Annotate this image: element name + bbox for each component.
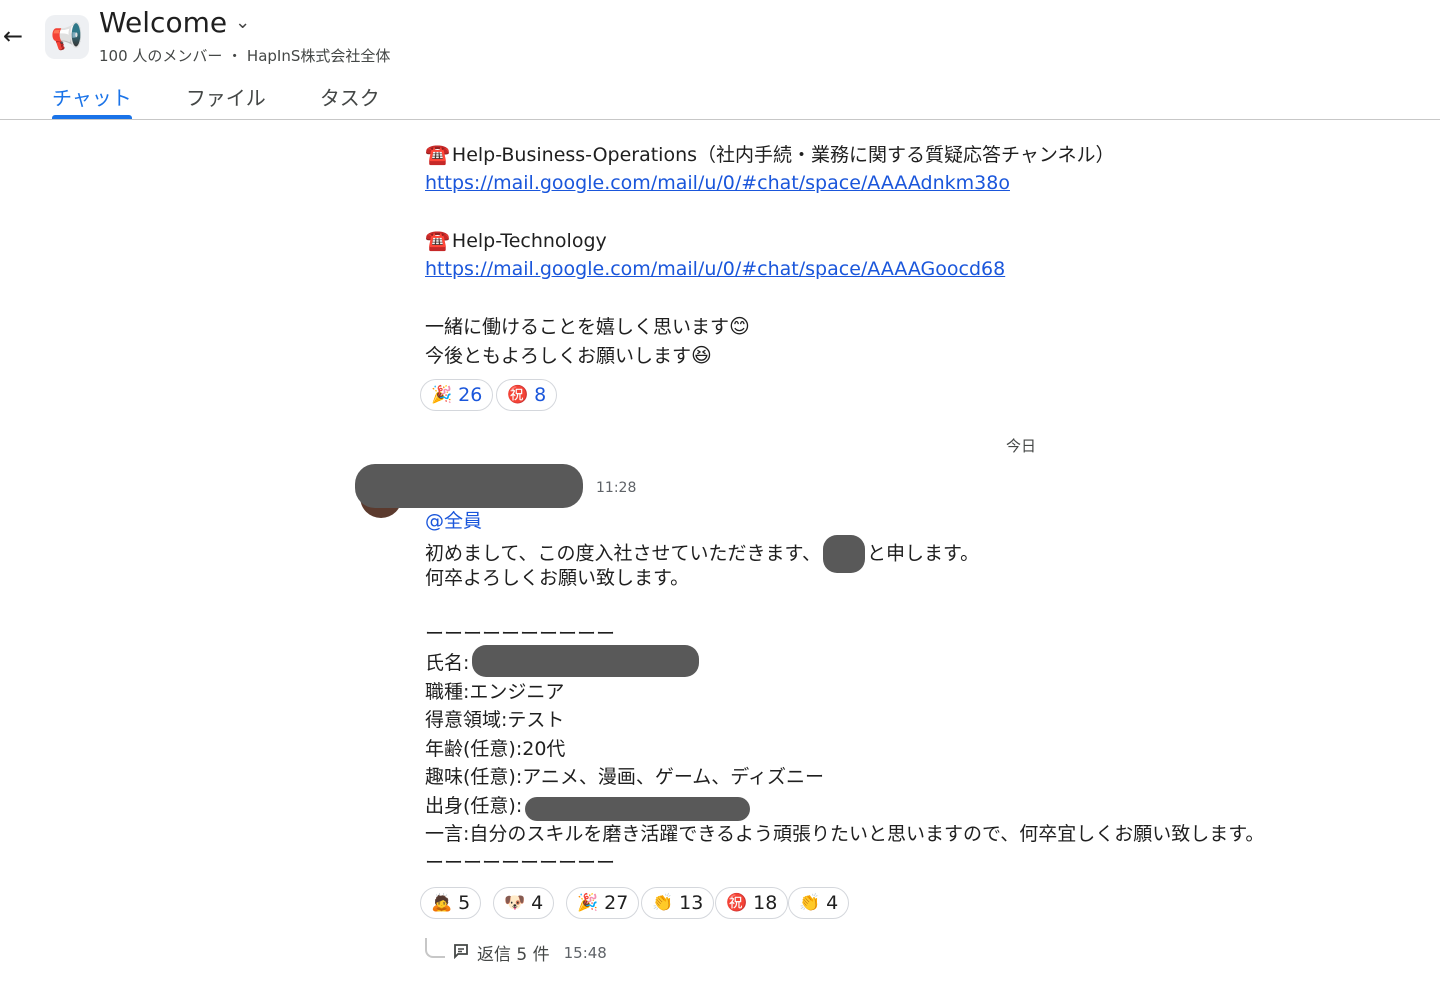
tab-files[interactable]: ファイル <box>174 80 278 116</box>
intro-text: 初めまして、この度入社させていただきます、 <box>425 542 821 565</box>
reaction-count: 4 <box>531 892 544 914</box>
closing-text: 一緒に働けることを嬉しく思います <box>425 316 730 338</box>
back-arrow-icon[interactable]: ← <box>0 22 26 50</box>
intro-text: と申します。 <box>866 542 980 565</box>
reaction-count: 13 <box>679 892 704 914</box>
message-text: 一言:自分のスキルを磨き活躍できるよう頑張りたいと思いますので、何卒宜しくお願い… <box>425 823 1265 845</box>
message-text: 一緒に働けることを嬉しく思います😊 <box>425 312 750 341</box>
comment-icon <box>453 943 469 963</box>
closing-text: 今後ともよろしくお願いします <box>425 345 692 367</box>
date-divider: 今日 <box>1006 437 1037 455</box>
megaphone-icon: 📢 <box>45 15 89 59</box>
reaction-count: 5 <box>458 892 471 914</box>
tab-tasks[interactable]: タスク <box>308 80 392 116</box>
tab-label: タスク <box>319 86 380 110</box>
reply-count: 返信 5 件 <box>477 945 550 965</box>
redacted-full-name <box>472 645 699 677</box>
laughing-icon: 😆 <box>691 343 712 367</box>
message-text: 得意領域:テスト <box>425 709 565 731</box>
dog-icon: 🐶 <box>504 893 526 913</box>
mention-line: @全員 <box>425 507 482 535</box>
thread-replies-button[interactable]: 返信 5 件 15:48 <box>425 937 607 965</box>
reaction-count: 8 <box>534 384 547 406</box>
reaction-chip[interactable]: 🎉 27 <box>566 887 640 919</box>
congratulations-icon: ㊗️ <box>726 893 748 913</box>
message-text: 趣味(任意):アニメ、漫画、ゲーム、ディズニー <box>425 766 824 788</box>
thread-connector <box>425 937 445 958</box>
channel-link-line: https://mail.google.com/mail/u/0/#chat/s… <box>425 255 1005 283</box>
space-title-button[interactable]: Welcome ⌄ <box>99 6 250 39</box>
reaction-chip[interactable]: 🎉 26 <box>420 379 494 411</box>
telephone-icon: ☎️ <box>425 142 450 166</box>
separator-line: ーーーーーーーーーー <box>425 623 616 645</box>
channel-line: ☎️ Help-Business-Operations（社内手続・業務に関する質疑… <box>425 140 1114 169</box>
chat-header: ← 📢 Welcome ⌄ 100 人のメンバー ・ HapInS株式会社全体 … <box>0 0 1440 120</box>
congratulations-icon: ㊗️ <box>507 385 529 405</box>
message-text: 何卒よろしくお願い致します。 <box>425 567 690 589</box>
reaction-chip[interactable]: 👏 13 <box>641 887 715 919</box>
telephone-icon: ☎️ <box>425 228 450 252</box>
message-text: 年齢(任意):20代 <box>425 738 566 760</box>
channel-name: Help-Business-Operations（社内手続・業務に関する質疑応答… <box>451 144 1115 166</box>
redacted-author-name <box>355 464 583 508</box>
reaction-count: 27 <box>604 892 629 914</box>
channel-link-line: https://mail.google.com/mail/u/0/#chat/s… <box>425 169 1010 197</box>
channel-link[interactable]: https://mail.google.com/mail/u/0/#chat/s… <box>425 172 1010 194</box>
space-title: Welcome <box>99 6 228 39</box>
clapping-hands-icon: 👏 <box>799 893 821 913</box>
tab-bar: チャット ファイル タスク <box>40 80 422 119</box>
redacted-origin <box>525 797 750 821</box>
message-timestamp: 11:28 <box>596 480 637 496</box>
tab-label: ファイル <box>185 86 266 110</box>
chevron-down-icon: ⌄ <box>235 12 251 33</box>
party-popper-icon: 🎉 <box>431 385 453 405</box>
reaction-chip[interactable]: 👏 4 <box>788 887 850 919</box>
space-subtitle: 100 人のメンバー ・ HapInS株式会社全体 <box>99 47 391 65</box>
party-popper-icon: 🎉 <box>577 893 599 913</box>
reaction-chip[interactable]: 🐶 4 <box>493 887 555 919</box>
tab-label: チャット <box>52 86 132 110</box>
reply-time: 15:48 <box>563 943 607 962</box>
message-text: 出身(任意): <box>425 795 523 817</box>
active-tab-indicator <box>52 115 132 119</box>
reaction-count: 26 <box>458 384 483 406</box>
channel-link[interactable]: https://mail.google.com/mail/u/0/#chat/s… <box>425 258 1005 280</box>
reaction-count: 18 <box>753 892 778 914</box>
channel-name: Help-Technology <box>451 230 607 252</box>
message-text: 氏名: <box>425 652 470 674</box>
smile-icon: 😊 <box>729 314 750 338</box>
reaction-chip[interactable]: ㊗️ 8 <box>496 379 558 411</box>
reaction-chip[interactable]: 🙇 5 <box>420 887 482 919</box>
mention-all[interactable]: @全員 <box>425 510 482 532</box>
tab-chat[interactable]: チャット <box>40 80 144 119</box>
reaction-count: 4 <box>826 892 839 914</box>
message-text: 職種:エンジニア <box>425 681 565 703</box>
clapping-hands-icon: 👏 <box>652 893 674 913</box>
bowing-icon: 🙇 <box>431 893 453 913</box>
reaction-chip[interactable]: ㊗️ 18 <box>715 887 789 919</box>
redacted-name <box>822 535 865 573</box>
separator-line: ーーーーーーーーーー <box>425 852 616 874</box>
channel-line: ☎️ Help-Technology <box>425 226 607 255</box>
message-text: 今後ともよろしくお願いします😆 <box>425 341 712 370</box>
